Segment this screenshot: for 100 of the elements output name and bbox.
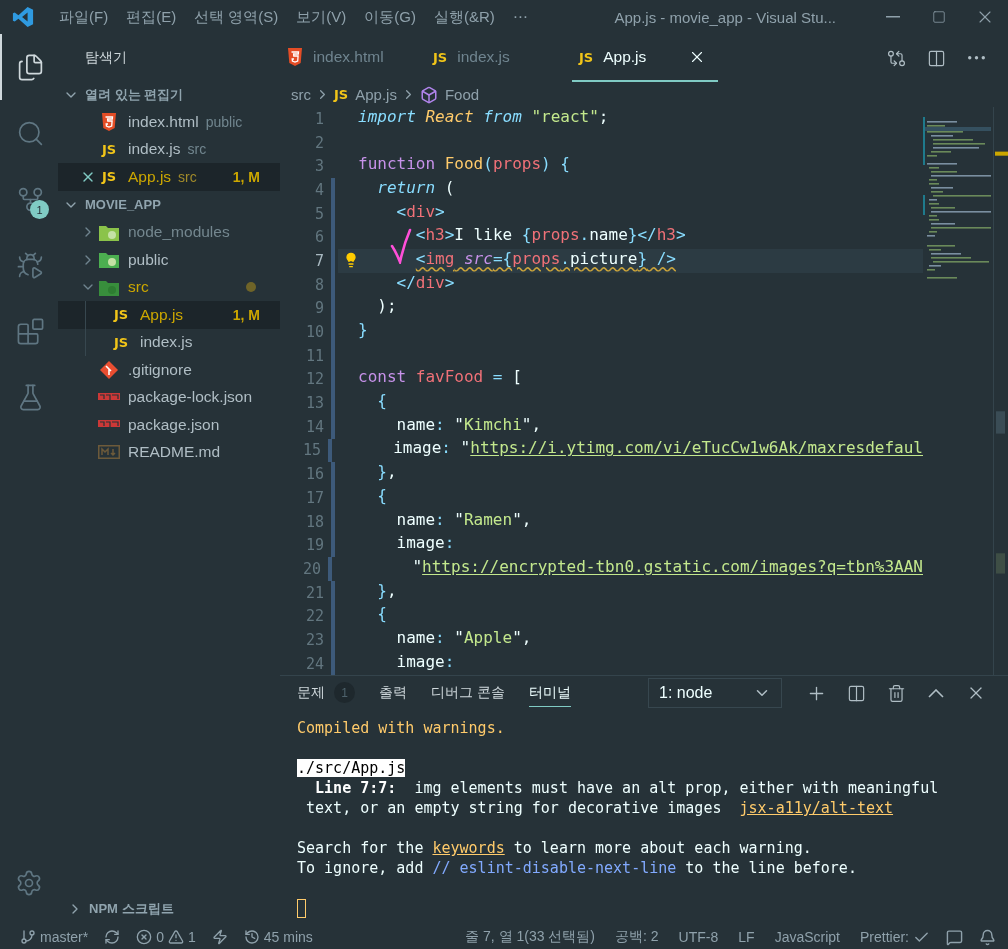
folder-row[interactable]: public bbox=[58, 246, 280, 274]
menu-item[interactable]: 편집(E) bbox=[117, 0, 186, 34]
settings-icon bbox=[15, 869, 43, 897]
code-line: image: bbox=[396, 534, 455, 555]
feedback-button[interactable] bbox=[946, 928, 963, 946]
check-mark-icon bbox=[390, 228, 412, 264]
line-number: 18 bbox=[304, 512, 325, 531]
status-item[interactable]: 줄 7, 열 1(33 선택됨) bbox=[465, 928, 596, 946]
folder-row[interactable]: node_modules bbox=[58, 218, 280, 246]
terminal-line: text, or an empty string for decorative images jsx-a11y/alt-text bbox=[305, 798, 895, 818]
editor-tab[interactable]: index.html bbox=[280, 34, 426, 82]
line-number: 5 bbox=[313, 204, 325, 223]
status-item[interactable]: JavaScript bbox=[774, 929, 840, 945]
code-line: name: "Ramen", bbox=[396, 510, 532, 531]
code-line: image: bbox=[396, 652, 455, 673]
code-line: <h3>I like {props.name}</h3> bbox=[415, 226, 686, 247]
html-file-icon bbox=[101, 112, 117, 131]
breadcrumb-item[interactable]: src bbox=[291, 86, 311, 103]
line-number: 23 bbox=[304, 630, 325, 649]
extensions-icon bbox=[15, 316, 45, 346]
notifications-button[interactable] bbox=[979, 928, 996, 946]
bolt-button[interactable] bbox=[211, 929, 228, 945]
lightbulb-icon[interactable] bbox=[343, 252, 359, 269]
file-row[interactable]: JS index.js bbox=[58, 328, 280, 356]
editor-tab[interactable]: JS App.js bbox=[572, 34, 718, 82]
terminal-select[interactable]: 1: node bbox=[648, 678, 782, 708]
line-number: 9 bbox=[313, 299, 325, 318]
cube-icon bbox=[419, 85, 438, 104]
file-row[interactable]: package.json bbox=[58, 411, 280, 439]
js-file-icon: JS bbox=[101, 141, 117, 157]
terminal-line: Compiled with warnings. bbox=[297, 718, 506, 738]
code-line: "https://encrypted-tbn0.gstatic.com/images?q=tbn%3AAN bbox=[412, 557, 923, 578]
git-icon bbox=[100, 360, 118, 379]
section-header[interactable]: MOVIE_APP bbox=[58, 190, 280, 219]
section-header[interactable]: 열려 있는 편집기 bbox=[58, 82, 280, 108]
terminal-line: To ignore, add // eslint-disable-next-line to the line before. bbox=[297, 858, 858, 878]
open-editor-item[interactable]: JS App.js src 1, M bbox=[58, 163, 280, 191]
code-line: <img src={props.picture} /> bbox=[415, 249, 676, 270]
panel-tab[interactable]: 터미널 bbox=[528, 679, 571, 707]
panel-tab[interactable]: 문제 1 bbox=[297, 679, 355, 707]
menu-item[interactable]: 실행(&R) bbox=[425, 0, 504, 34]
line-number: 12 bbox=[304, 370, 325, 389]
menu-item[interactable]: 이동(G) bbox=[355, 0, 425, 34]
status-item[interactable]: UTF-8 bbox=[678, 929, 719, 945]
code-line: }, bbox=[377, 463, 397, 484]
branch-icon bbox=[20, 929, 36, 945]
sync-icon bbox=[104, 929, 121, 945]
status-item[interactable]: LF bbox=[738, 929, 755, 945]
code-line: { bbox=[377, 486, 387, 507]
file-row[interactable]: .gitignore bbox=[58, 356, 280, 384]
panel-tab[interactable]: 출력 bbox=[379, 679, 407, 707]
count-badge: 1 bbox=[334, 682, 355, 703]
line-number: 15 bbox=[302, 441, 323, 460]
formatter-status[interactable]: Prettier: bbox=[860, 928, 930, 946]
npm-icon bbox=[98, 392, 120, 402]
line-number: 10 bbox=[304, 323, 325, 342]
file-row[interactable]: JS App.js 1, M bbox=[58, 301, 280, 329]
file-row[interactable]: README.md bbox=[58, 438, 280, 466]
panel-tab[interactable]: 디버그 콘솔 bbox=[431, 679, 505, 707]
line-number: 13 bbox=[304, 394, 325, 413]
branch-status[interactable]: master* bbox=[20, 929, 89, 945]
breadcrumb-item[interactable]: JS App.js bbox=[334, 86, 397, 103]
code-line: name: "Kimchi", bbox=[396, 415, 542, 436]
code-line: }, bbox=[377, 581, 397, 602]
npm-icon bbox=[98, 420, 120, 430]
split-icon bbox=[926, 48, 946, 68]
js-file-icon: JS bbox=[334, 87, 349, 102]
line-number: 8 bbox=[313, 275, 325, 294]
activity-bar-item[interactable]: 1 bbox=[0, 166, 58, 232]
file-row[interactable]: package-lock.json bbox=[58, 383, 280, 411]
sync-button[interactable] bbox=[104, 929, 121, 945]
code-line: const favFood = [ bbox=[358, 368, 522, 389]
code-line: } bbox=[358, 321, 368, 342]
code-line: <div> bbox=[396, 202, 445, 223]
section-header[interactable]: NPM 스크립트 bbox=[58, 896, 280, 922]
status-item[interactable]: 공백: 2 bbox=[615, 928, 659, 946]
menu-item[interactable]: 파일(F) bbox=[50, 0, 118, 34]
js-file-icon: JS bbox=[433, 49, 448, 65]
bell-icon bbox=[979, 928, 996, 946]
open-editor-item[interactable]: JS index.js src bbox=[58, 135, 280, 163]
markdown-icon bbox=[98, 445, 120, 460]
maximize-icon bbox=[932, 10, 946, 24]
line-number: 21 bbox=[304, 583, 325, 602]
history-status[interactable]: 45 mins bbox=[243, 929, 313, 945]
bolt-icon bbox=[211, 929, 228, 945]
code-line: ); bbox=[377, 297, 397, 318]
feedback-icon bbox=[946, 928, 963, 946]
more-menu[interactable]: ⋯ bbox=[503, 0, 537, 34]
problems-status[interactable]: 0 1 bbox=[136, 929, 196, 945]
run-debug-icon bbox=[15, 250, 45, 280]
folder-row[interactable]: src bbox=[58, 273, 280, 301]
code-line: { bbox=[377, 605, 387, 626]
breadcrumb-item[interactable]: Food bbox=[419, 85, 480, 104]
menu-item[interactable]: 선택 영역(S) bbox=[185, 0, 288, 34]
js-file-icon: JS bbox=[101, 169, 117, 185]
code-line: return ( bbox=[377, 178, 455, 199]
menu-item[interactable]: 보기(V) bbox=[287, 0, 356, 34]
window-title: App.js - movie_app - Visual Stu... bbox=[614, 8, 836, 26]
open-editor-item[interactable]: index.html public bbox=[58, 108, 280, 136]
editor-tab[interactable]: JS index.js bbox=[426, 34, 572, 82]
